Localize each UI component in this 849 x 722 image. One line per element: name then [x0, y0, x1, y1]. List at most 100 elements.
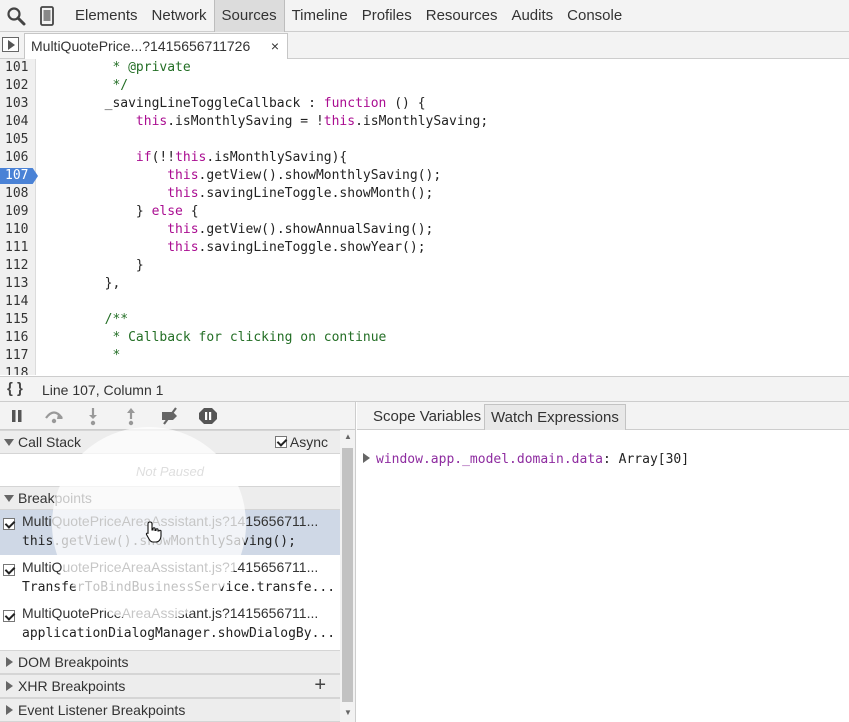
- line-number[interactable]: 111: [0, 239, 34, 257]
- pretty-print-button[interactable]: { }: [7, 380, 23, 397]
- breakpoint-checkbox[interactable]: [3, 518, 15, 530]
- line-number[interactable]: 106: [0, 149, 34, 167]
- line-number[interactable]: 116: [0, 329, 34, 347]
- code-text: },: [42, 276, 121, 291]
- device-mode-icon[interactable]: [36, 5, 58, 27]
- line-number[interactable]: 104: [0, 113, 34, 131]
- pause-icon[interactable]: [6, 406, 28, 426]
- line-number[interactable]: 113: [0, 275, 34, 293]
- event-listener-breakpoints-header[interactable]: Event Listener Breakpoints: [0, 698, 340, 722]
- code-editor[interactable]: 101 * @private 102 */103 _savingLineToggl…: [0, 59, 849, 375]
- code-line[interactable]: 115 /**: [0, 311, 849, 329]
- line-number[interactable]: 103: [0, 95, 34, 113]
- tab-timeline[interactable]: Timeline: [285, 0, 355, 32]
- code-text: /**: [42, 312, 129, 327]
- code-text: this.savingLineToggle.showMonth();: [167, 186, 434, 201]
- code-line[interactable]: 106 if(!!this.isMonthlySaving){: [0, 149, 849, 167]
- step-over-icon[interactable]: [43, 406, 65, 426]
- code-text: * @private: [42, 60, 191, 75]
- dom-breakpoints-title: DOM Breakpoints: [18, 654, 129, 670]
- async-toggle[interactable]: Async: [274, 431, 328, 453]
- line-number[interactable]: 117: [0, 347, 34, 365]
- code-line[interactable]: 111 this.savingLineToggle.showYear();: [0, 239, 849, 257]
- breakpoints-header[interactable]: Breakpoints: [0, 486, 340, 510]
- call-stack-status: Not Paused: [136, 464, 204, 479]
- file-tab[interactable]: MultiQuotePrice...?1415656711726 ×: [24, 33, 288, 59]
- scrollbar-thumb[interactable]: [342, 448, 353, 702]
- breakpoint-checkbox[interactable]: [3, 564, 15, 576]
- watch-expression: window.app._model.domain.data: [376, 452, 603, 467]
- code-line[interactable]: 101 * @private: [0, 59, 849, 77]
- line-number[interactable]: 101: [0, 59, 34, 77]
- code-line[interactable]: 110 this.getView().showAnnualSaving();: [0, 221, 849, 239]
- breakpoint-checkbox[interactable]: [3, 610, 15, 622]
- code-text: this.savingLineToggle.showYear();: [167, 240, 426, 255]
- code-line[interactable]: 104 this.isMonthlySaving = !this.isMonth…: [0, 113, 849, 131]
- line-number[interactable]: 109: [0, 203, 34, 221]
- code-line[interactable]: 113 },: [0, 275, 849, 293]
- line-number[interactable]: 108: [0, 185, 34, 203]
- code-line[interactable]: 102 */: [0, 77, 849, 95]
- scroll-down-icon[interactable]: ▼: [344, 708, 352, 717]
- line-number[interactable]: 114: [0, 293, 34, 311]
- watch-expression-row[interactable]: window.app._model.domain.data: Array[30]: [363, 452, 689, 467]
- breakpoint-item[interactable]: MultiQuotePriceAreaAssistant.js?14156567…: [0, 556, 340, 601]
- code-text: *: [42, 348, 121, 363]
- code-line[interactable]: 112 }: [0, 257, 849, 275]
- code-line[interactable]: 107 this.getView().showMonthlySaving();: [0, 167, 849, 185]
- code-text: this.isMonthlySaving = !this.isMonthlySa…: [135, 114, 489, 129]
- line-number[interactable]: 102: [0, 77, 34, 95]
- code-line[interactable]: 116 * Callback for clicking on continue: [0, 329, 849, 347]
- breakpoints-title: Breakpoints: [18, 490, 92, 506]
- search-icon[interactable]: [5, 5, 27, 27]
- line-number[interactable]: 110: [0, 221, 34, 239]
- line-number[interactable]: 107: [0, 167, 34, 185]
- tab-watch-expressions[interactable]: Watch Expressions: [484, 404, 626, 430]
- code-line[interactable]: 103 _savingLineToggleCallback : function…: [0, 95, 849, 113]
- xhr-breakpoints-title: XHR Breakpoints: [18, 678, 126, 694]
- line-number[interactable]: 115: [0, 311, 34, 329]
- tab-scope-variables[interactable]: Scope Variables: [367, 404, 487, 430]
- breakpoint-snippet: this.getView().showMonthlySaving();: [22, 534, 296, 549]
- code-line[interactable]: 105: [0, 131, 849, 149]
- breakpoint-item[interactable]: MultiQuotePriceAreaAssistant.js?14156567…: [0, 510, 340, 555]
- breakpoint-item[interactable]: MultiQuotePriceAreaAssistant.js?14156567…: [0, 602, 340, 647]
- sidebar-scrollbar[interactable]: ▲ ▼: [340, 430, 355, 722]
- devtools-toolbar: Elements Network Sources Timeline Profil…: [0, 0, 849, 32]
- line-number[interactable]: 112: [0, 257, 34, 275]
- code-line[interactable]: 108 this.savingLineToggle.showMonth();: [0, 185, 849, 203]
- code-text: this.getView().showAnnualSaving();: [167, 222, 434, 237]
- tab-resources[interactable]: Resources: [419, 0, 505, 32]
- file-tab-label: MultiQuotePrice...?1415656711726: [31, 38, 251, 54]
- debugger-toolbar: [0, 402, 355, 430]
- step-into-icon[interactable]: [82, 406, 104, 426]
- line-number[interactable]: 118: [0, 365, 34, 375]
- sidebar-right-pane: Scope Variables Watch Expressions window…: [357, 402, 849, 722]
- expand-triangle-icon[interactable]: [363, 453, 370, 463]
- deactivate-breakpoints-icon[interactable]: [159, 406, 181, 426]
- code-line[interactable]: 117 *: [0, 347, 849, 365]
- tab-console[interactable]: Console: [560, 0, 629, 32]
- tab-profiles[interactable]: Profiles: [355, 0, 419, 32]
- line-number[interactable]: 105: [0, 131, 34, 149]
- call-stack-header[interactable]: Call Stack Async: [0, 430, 340, 454]
- tab-sources[interactable]: Sources: [213, 0, 285, 32]
- add-xhr-breakpoint-icon[interactable]: +: [314, 674, 326, 696]
- breakpoint-snippet: applicationDialogManager.showDialogBy...: [22, 626, 336, 641]
- step-out-icon[interactable]: [120, 406, 142, 426]
- tab-audits[interactable]: Audits: [504, 0, 560, 32]
- close-icon[interactable]: ×: [271, 34, 279, 59]
- dom-breakpoints-header[interactable]: DOM Breakpoints: [0, 650, 340, 674]
- code-line[interactable]: 118: [0, 365, 849, 375]
- pause-on-exceptions-icon[interactable]: [197, 406, 219, 426]
- navigator-toggle-icon[interactable]: [2, 37, 19, 52]
- xhr-breakpoints-header[interactable]: XHR Breakpoints +: [0, 674, 340, 698]
- sidebar-tabs: Scope Variables Watch Expressions: [357, 402, 849, 430]
- code-line[interactable]: 109 } else {: [0, 203, 849, 221]
- tab-elements[interactable]: Elements: [68, 0, 145, 32]
- breakpoint-file: MultiQuotePriceAreaAssistant.js?14156567…: [22, 605, 319, 621]
- tab-network[interactable]: Network: [145, 0, 214, 32]
- scroll-up-icon[interactable]: ▲: [344, 432, 352, 441]
- code-line[interactable]: 114: [0, 293, 849, 311]
- async-checkbox[interactable]: [274, 436, 287, 448]
